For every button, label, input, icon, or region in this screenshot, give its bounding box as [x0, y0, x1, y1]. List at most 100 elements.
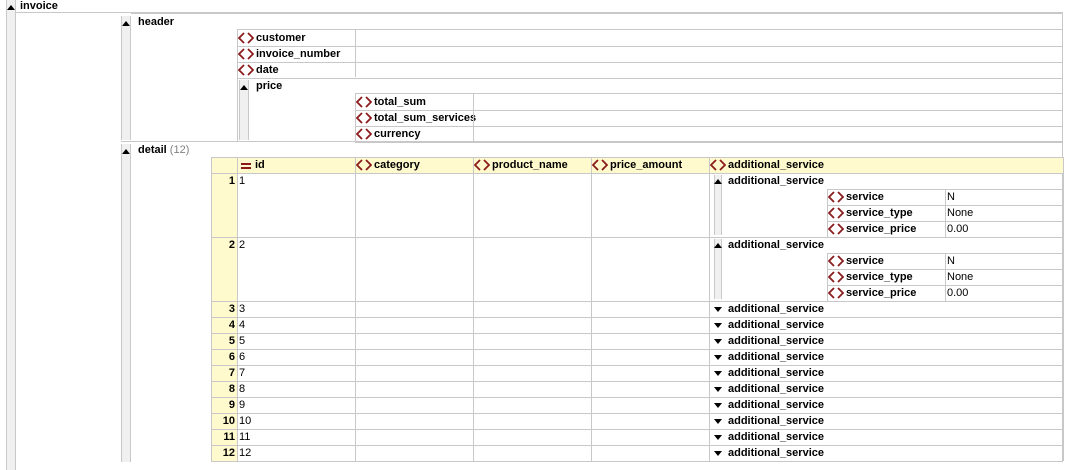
sub-field-value[interactable]: None	[947, 269, 973, 285]
detail-label: detail	[138, 144, 167, 156]
row-number[interactable]: 2	[211, 237, 235, 253]
detail-header-bottom-line	[211, 173, 1063, 174]
additional-service-label[interactable]: additional_service	[728, 413, 824, 429]
element-brackets-icon	[238, 32, 254, 44]
additional-service-label[interactable]: additional_service	[728, 317, 824, 333]
triangle-down-icon[interactable]	[713, 432, 723, 442]
detail-row-line	[211, 429, 1063, 430]
row-number[interactable]: 8	[211, 381, 235, 397]
header-field-date[interactable]: date	[256, 62, 279, 78]
price-toggle-icon[interactable]	[239, 82, 249, 92]
triangle-down-icon[interactable]	[713, 384, 723, 394]
additional-service-label[interactable]: additional_service	[728, 349, 824, 365]
triangle-down-icon[interactable]	[713, 336, 723, 346]
row-number[interactable]: 10	[211, 413, 235, 429]
header-toggle-icon[interactable]	[121, 18, 131, 28]
sub-field-service[interactable]: service	[846, 189, 884, 205]
cell-id[interactable]: 5	[239, 333, 245, 349]
additional-service-label[interactable]: additional_service	[728, 445, 824, 461]
element-brackets-icon	[828, 191, 844, 203]
sub-field-service_type[interactable]: service_type	[846, 205, 913, 221]
triangle-up-icon[interactable]	[713, 240, 723, 250]
column-header-product_name[interactable]: product_name	[492, 157, 568, 173]
detail-toggle-icon[interactable]	[121, 146, 131, 156]
cell-id[interactable]: 2	[239, 237, 245, 253]
cell-id[interactable]: 10	[239, 413, 251, 429]
additional-service-label[interactable]: additional_service	[728, 333, 824, 349]
detail-row-line	[211, 445, 1063, 446]
header-field-line	[237, 46, 1063, 47]
element-brackets-icon	[474, 159, 490, 171]
detail-column-line	[709, 157, 710, 461]
root-toggle-icon[interactable]	[6, 2, 16, 12]
sub-field-value[interactable]: 0.00	[947, 285, 968, 301]
element-brackets-icon	[356, 96, 372, 108]
row-number[interactable]: 6	[211, 349, 235, 365]
sub-field-value[interactable]: None	[947, 205, 973, 221]
additional-service-label[interactable]: additional_service	[728, 365, 824, 381]
sub-field-service_price[interactable]: service_price	[846, 221, 916, 237]
additional-service-label[interactable]: additional_service	[728, 301, 824, 317]
additional-service-label[interactable]: additional_service	[728, 429, 824, 445]
header-fields-divider	[355, 29, 356, 77]
sub-field-value[interactable]: N	[947, 253, 955, 269]
detail-column-line	[237, 157, 238, 461]
additional-service-label[interactable]: additional_service	[728, 237, 824, 253]
cell-id[interactable]: 7	[239, 365, 245, 381]
price-field-currency[interactable]: currency	[374, 126, 420, 142]
header-fields-left	[237, 29, 238, 141]
sub-grid-divider	[945, 253, 946, 301]
cell-id[interactable]: 6	[239, 349, 245, 365]
row-number[interactable]: 11	[211, 429, 235, 445]
sub-field-service[interactable]: service	[846, 253, 884, 269]
cell-id[interactable]: 12	[239, 445, 251, 461]
triangle-down-icon[interactable]	[713, 448, 723, 458]
triangle-down-icon[interactable]	[713, 320, 723, 330]
row-number[interactable]: 12	[211, 445, 235, 461]
element-brackets-icon	[356, 112, 372, 124]
price-field-total_sum[interactable]: total_sum	[374, 94, 426, 110]
header-field-line	[237, 29, 1063, 30]
triangle-down-icon[interactable]	[713, 304, 723, 314]
column-header-additional_service[interactable]: additional_service	[728, 157, 824, 173]
triangle-down-icon[interactable]	[713, 416, 723, 426]
additional-service-label[interactable]: additional_service	[728, 381, 824, 397]
equals-key-icon	[241, 161, 251, 171]
sub-field-value[interactable]: N	[947, 189, 955, 205]
detail-row-line	[211, 397, 1063, 398]
column-header-category[interactable]: category	[374, 157, 420, 173]
additional-service-label[interactable]: additional_service	[728, 173, 824, 189]
row-number[interactable]: 7	[211, 365, 235, 381]
sub-field-service_price[interactable]: service_price	[846, 285, 916, 301]
triangle-up-icon[interactable]	[713, 176, 723, 186]
cell-id[interactable]: 1	[239, 173, 245, 189]
column-header-id[interactable]: id	[255, 157, 265, 173]
triangle-down-icon[interactable]	[713, 352, 723, 362]
row-number[interactable]: 3	[211, 301, 235, 317]
cell-id[interactable]: 4	[239, 317, 245, 333]
cell-id[interactable]: 11	[239, 429, 250, 445]
detail-row-line	[211, 301, 1063, 302]
price-label: price	[256, 80, 283, 92]
price-fields-left	[355, 93, 356, 141]
cell-id[interactable]: 9	[239, 397, 245, 413]
header-field-invoice_number[interactable]: invoice_number	[256, 46, 340, 62]
header-field-customer[interactable]: customer	[256, 30, 306, 46]
detail-column-line	[591, 157, 592, 461]
cell-id[interactable]: 3	[239, 301, 245, 317]
sub-field-value[interactable]: 0.00	[947, 221, 968, 237]
detail-row-line	[211, 237, 1063, 238]
row-number[interactable]: 4	[211, 317, 235, 333]
row-number[interactable]: 9	[211, 397, 235, 413]
sub-field-service_type[interactable]: service_type	[846, 269, 913, 285]
row-number[interactable]: 5	[211, 333, 235, 349]
column-header-price_amount[interactable]: price_amount	[610, 157, 682, 173]
triangle-down-icon[interactable]	[713, 400, 723, 410]
detail-count: (12)	[169, 144, 190, 156]
additional-service-label[interactable]: additional_service	[728, 397, 824, 413]
triangle-down-icon[interactable]	[713, 368, 723, 378]
price-field-total_sum_services[interactable]: total_sum_services	[374, 110, 476, 126]
detail-row-line	[211, 381, 1063, 382]
cell-id[interactable]: 8	[239, 381, 245, 397]
row-number[interactable]: 1	[211, 173, 235, 189]
